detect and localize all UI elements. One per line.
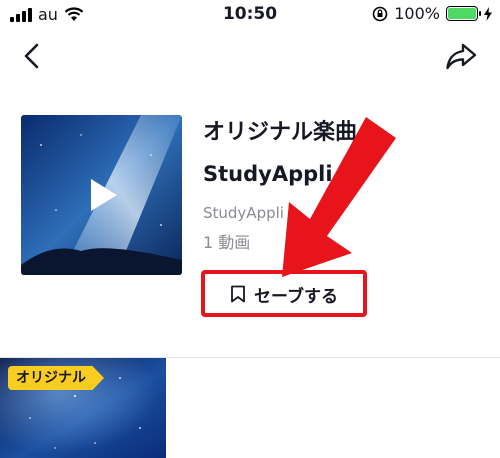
rotation-lock-icon	[372, 6, 388, 21]
sound-author[interactable]: StudyAppli	[203, 162, 393, 190]
author-handle: StudyAppli	[203, 204, 284, 222]
save-button-label: セーブする	[254, 286, 338, 307]
video-thumbnail[interactable]: オリジナル	[0, 358, 166, 458]
nav-bar	[0, 34, 500, 78]
battery-percent: 100%	[394, 4, 440, 23]
original-badge: オリジナル	[8, 366, 104, 390]
sound-cover-image[interactable]	[21, 115, 182, 275]
charging-icon	[484, 6, 492, 21]
sound-title: オリジナル楽曲	[203, 120, 358, 144]
battery-icon	[446, 6, 481, 21]
video-count: 1 動画	[203, 233, 251, 252]
status-right: 100%	[372, 4, 492, 23]
bookmark-icon	[231, 285, 245, 303]
status-bar: au 10:50 100%	[0, 0, 500, 30]
chevron-left-icon[interactable]	[18, 40, 48, 72]
share-arrow-icon[interactable]	[444, 40, 478, 72]
save-button[interactable]: セーブする	[210, 278, 358, 310]
